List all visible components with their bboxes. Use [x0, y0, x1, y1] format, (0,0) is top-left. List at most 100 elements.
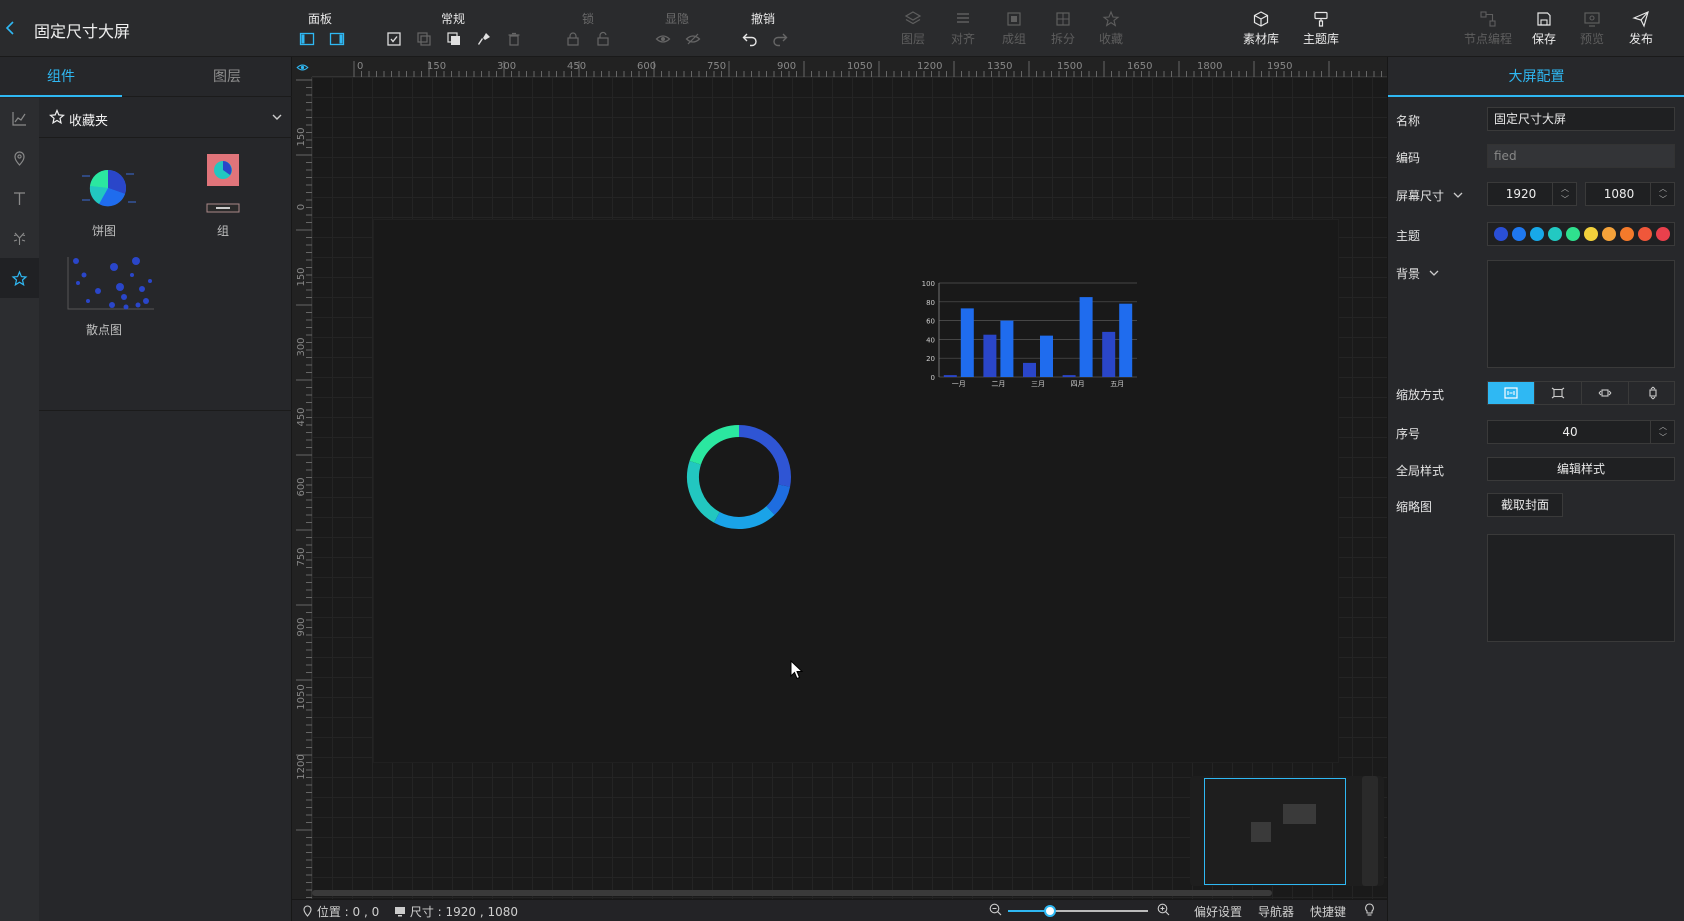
- edit-style-button[interactable]: 编辑样式: [1487, 457, 1675, 481]
- eye-icon: [655, 35, 671, 43]
- back-button[interactable]: [4, 18, 20, 38]
- rail-item-text[interactable]: [0, 178, 39, 218]
- screen-size-label[interactable]: 屏幕尺寸: [1396, 187, 1464, 204]
- size-readout: 尺寸 : 1920 , 1080: [394, 903, 518, 920]
- redo-button[interactable]: [771, 30, 789, 48]
- tab-components[interactable]: 组件: [0, 57, 122, 97]
- minimap-viewport[interactable]: [1204, 778, 1346, 885]
- ruler-tick-label: 150: [296, 267, 307, 286]
- favorites-header[interactable]: 收藏夹: [39, 98, 292, 138]
- hide-button[interactable]: [684, 30, 702, 48]
- rail-item-decorations[interactable]: [0, 218, 39, 258]
- publish-button[interactable]: 发布: [1617, 8, 1665, 52]
- tab-layers[interactable]: 图层: [166, 57, 288, 97]
- left-panel-toggle[interactable]: [298, 30, 316, 48]
- lock-button[interactable]: [564, 30, 582, 48]
- copy-button[interactable]: [415, 30, 433, 48]
- scale-height-button[interactable]: [1629, 382, 1676, 404]
- scale-width-button[interactable]: [1582, 382, 1629, 404]
- donut-segment: [738, 425, 791, 487]
- themes-button-label: 主题库: [1302, 32, 1339, 46]
- delete-button[interactable]: [505, 30, 523, 48]
- layer-button[interactable]: 图层: [889, 8, 937, 52]
- preview-icon: [1584, 12, 1600, 27]
- theme-color-picker[interactable]: [1487, 222, 1675, 246]
- right-panel-toggle[interactable]: [328, 30, 346, 48]
- rail-item-favorites[interactable]: [0, 258, 39, 298]
- horizontal-ruler[interactable]: 0 150 300 450 600 750 900 1050 1200 1350 1500 1650 1…: [312, 57, 1387, 77]
- save-button[interactable]: 保存: [1520, 8, 1568, 52]
- navigator-minimap[interactable]: [1190, 776, 1384, 886]
- increment-button[interactable]: ︿: [1651, 183, 1675, 194]
- component-scatter-chart[interactable]: 散点图: [49, 253, 159, 343]
- canvas-area[interactable]: 0 150 300 450 600 750 900 1050 1200 1350 1500 1650 1…: [292, 57, 1387, 899]
- tips-button[interactable]: [1364, 903, 1375, 919]
- position-readout: 位置 : 0 , 0: [302, 903, 379, 920]
- bar: [943, 375, 957, 377]
- unlock-button[interactable]: [594, 30, 612, 48]
- map-pin-icon: [14, 150, 25, 166]
- bar-chart-widget[interactable]: 0 20 40 60 80 100 一月 二月 三月 四月 五月: [915, 277, 1143, 397]
- zoom-slider-handle[interactable]: [1044, 905, 1056, 917]
- ruler-tick-label: 1800: [1197, 61, 1222, 72]
- scale-fit-button[interactable]: [1488, 382, 1535, 404]
- minimap-scrollbar[interactable]: [1362, 776, 1378, 886]
- star-icon: [49, 109, 65, 125]
- preferences-link[interactable]: 偏好设置: [1194, 903, 1242, 920]
- component-pie-chart[interactable]: 饼图: [49, 154, 159, 244]
- scale-full-button[interactable]: [1535, 382, 1582, 404]
- screen-height-stepper[interactable]: 1080 ︿ ﹀: [1585, 182, 1675, 206]
- increment-button[interactable]: ︿: [1651, 421, 1675, 432]
- rail-item-maps[interactable]: [0, 138, 39, 178]
- favorites-title: 收藏夹: [69, 114, 109, 129]
- preview-button[interactable]: 预览: [1568, 8, 1616, 52]
- paste-button[interactable]: [445, 30, 463, 48]
- node-programming-button[interactable]: 节点编程: [1460, 8, 1516, 52]
- decrement-button[interactable]: ﹀: [1553, 194, 1577, 205]
- background-label[interactable]: 背景: [1396, 265, 1440, 282]
- ruler-tick-label: 1950: [1267, 61, 1292, 72]
- split-button[interactable]: 拆分: [1039, 8, 1087, 52]
- zoom-slider[interactable]: [1008, 905, 1148, 917]
- ruler-tick-label: 150: [427, 61, 446, 72]
- decrement-button[interactable]: ﹀: [1651, 194, 1675, 205]
- toolbar-group-general-label: 常规: [441, 12, 466, 26]
- navigator-link[interactable]: 导航器: [1258, 903, 1294, 920]
- screen-board[interactable]: [374, 220, 1338, 762]
- align-button[interactable]: 对齐: [939, 8, 987, 52]
- vertical-ruler[interactable]: 150 0 150 300 450 600 750 900 1050 1200: [292, 77, 312, 899]
- show-button[interactable]: [654, 30, 672, 48]
- format-brush-button[interactable]: [475, 30, 493, 48]
- ruler-visibility-toggle[interactable]: [292, 57, 312, 77]
- increment-button[interactable]: ︿: [1553, 183, 1577, 194]
- rail-item-charts[interactable]: [0, 98, 39, 138]
- select-all-button[interactable]: [385, 30, 403, 48]
- align-icon: [957, 13, 969, 23]
- bar: [1023, 362, 1036, 377]
- collect-button[interactable]: 收藏: [1087, 8, 1135, 52]
- group-button[interactable]: 成组: [990, 8, 1038, 52]
- assets-button[interactable]: 素材库: [1237, 8, 1285, 52]
- shortcuts-link[interactable]: 快捷键: [1310, 903, 1346, 920]
- zoom-out-button[interactable]: [989, 903, 1002, 919]
- screen-width-stepper[interactable]: 1920 ︿ ﹀: [1487, 182, 1577, 206]
- lightbulb-icon: [1365, 903, 1374, 916]
- undo-button[interactable]: [741, 30, 759, 48]
- trash-icon: [508, 32, 520, 46]
- component-group[interactable]: 组: [168, 154, 278, 244]
- background-image-upload[interactable]: [1487, 260, 1675, 368]
- name-input[interactable]: 固定尺寸大屏: [1487, 107, 1675, 131]
- zoom-in-button[interactable]: [1157, 903, 1170, 919]
- decrement-button[interactable]: ﹀: [1651, 432, 1675, 443]
- order-stepper[interactable]: 40 ︿ ﹀: [1487, 420, 1675, 444]
- toolbar-group-visibility: 显隐: [650, 6, 710, 52]
- node-graph-icon: [1480, 11, 1496, 27]
- ruler-tick-label: 450: [567, 61, 586, 72]
- chevron-down-icon[interactable]: [270, 110, 284, 124]
- donut-chart-widget[interactable]: [681, 419, 797, 535]
- horizontal-scrollbar[interactable]: [312, 890, 1272, 896]
- save-icon: [1537, 12, 1551, 26]
- themes-button[interactable]: 主题库: [1297, 8, 1345, 52]
- scale-mode-selector[interactable]: [1487, 381, 1675, 405]
- capture-cover-button[interactable]: 截取封面: [1487, 493, 1563, 517]
